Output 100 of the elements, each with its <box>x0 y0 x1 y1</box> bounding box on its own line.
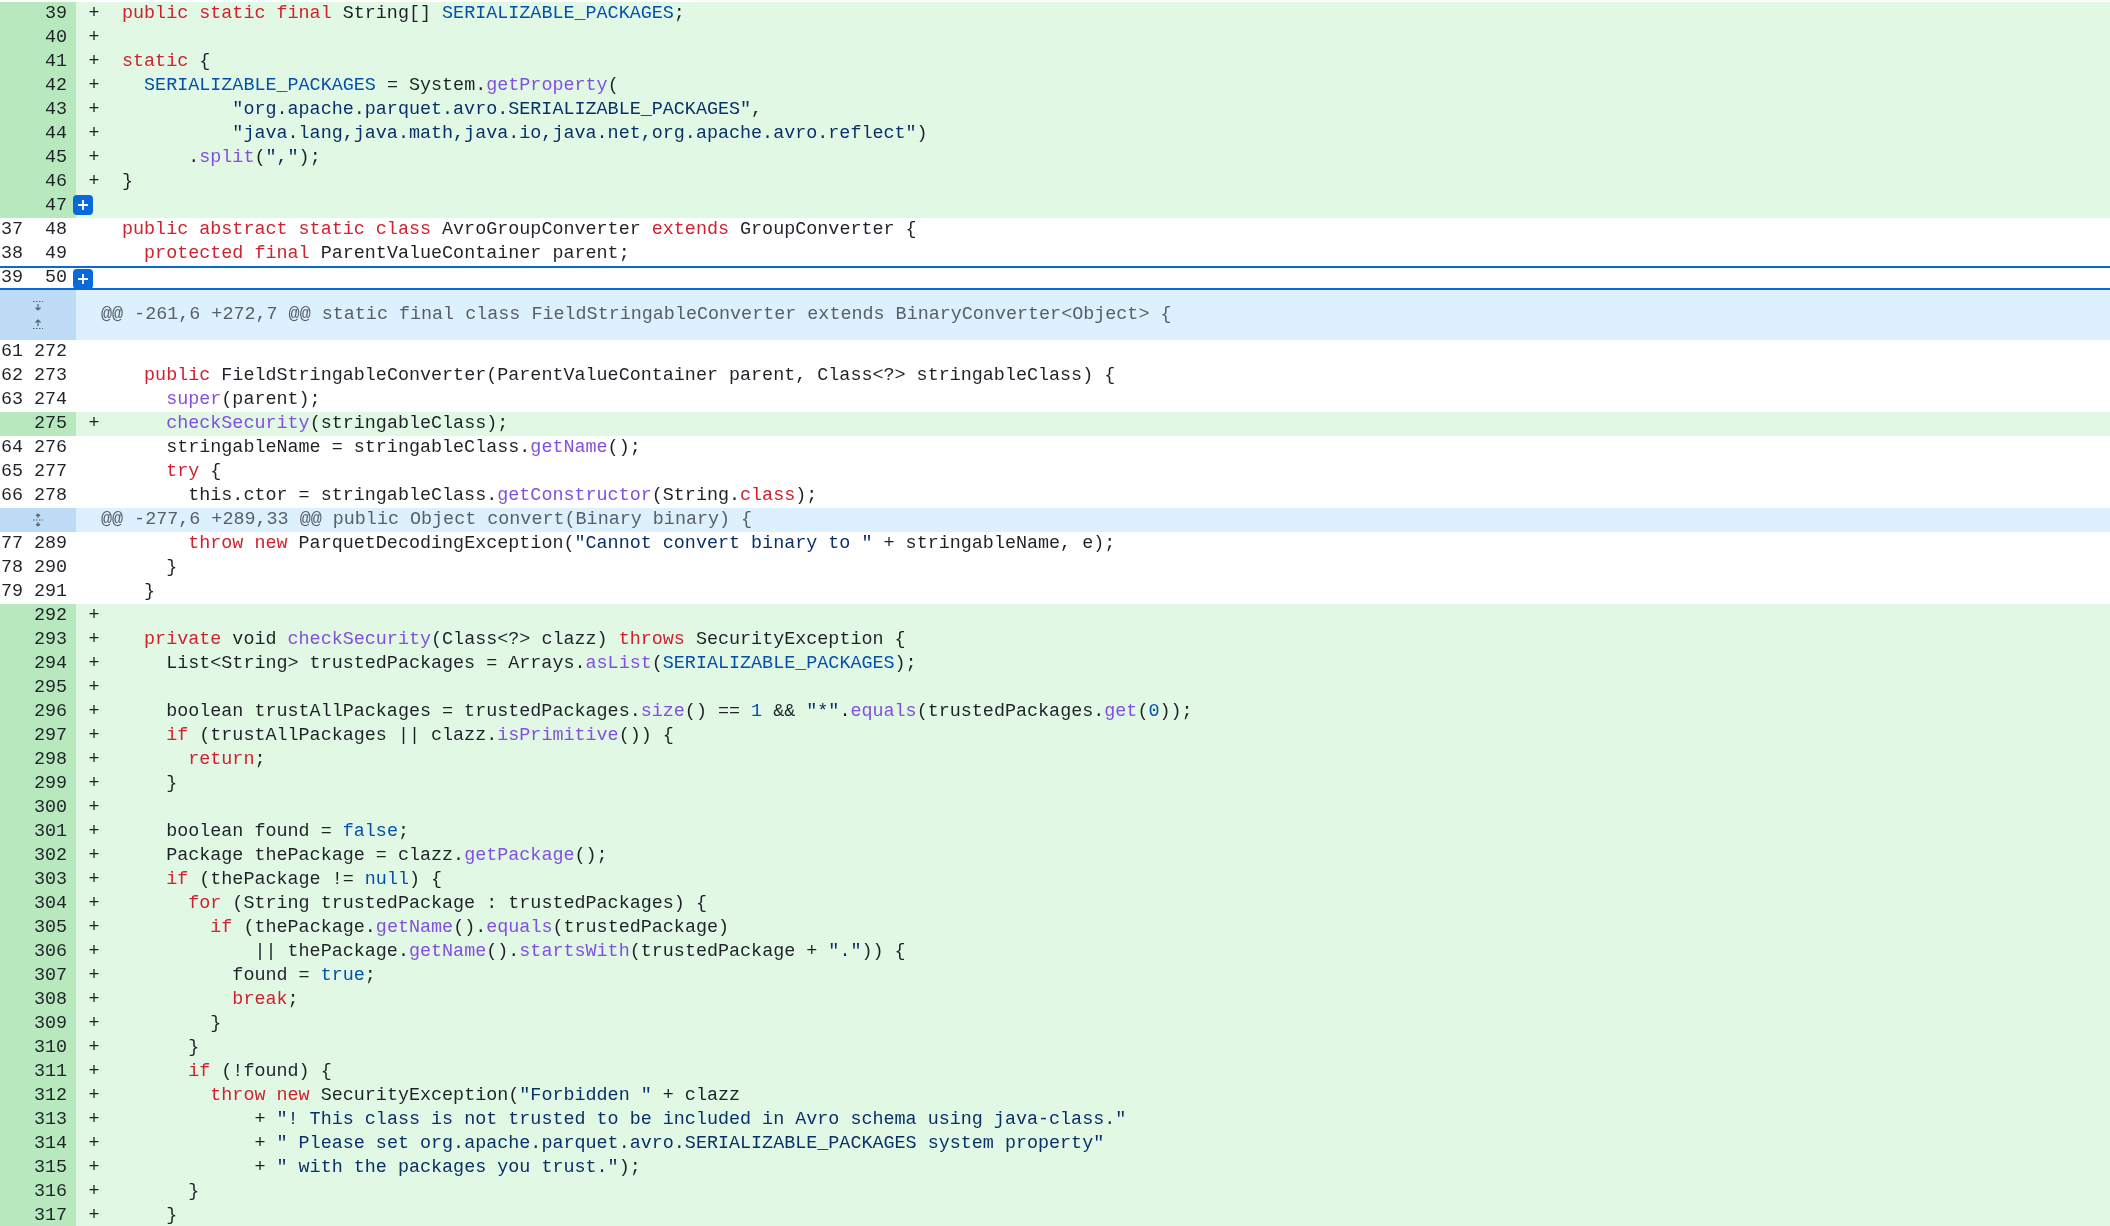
new-line-number: 307 <box>33 965 67 986</box>
code-line: } <box>209 1014 222 1034</box>
new-line-number: 296 <box>33 701 67 722</box>
diff-marker: + <box>88 894 100 914</box>
code-line: } <box>143 582 156 602</box>
new-line-number: 44 <box>44 123 67 144</box>
diff-marker: + <box>88 846 100 866</box>
old-line-number: 65 <box>0 461 23 482</box>
new-line-number: 43 <box>44 99 67 120</box>
expand-up-icon[interactable] <box>32 318 44 330</box>
new-line-number: 314 <box>33 1133 67 1154</box>
old-line-number: 63 <box>0 389 23 410</box>
new-line-number: 272 <box>33 341 67 362</box>
code-line: } <box>187 1182 200 1202</box>
code-line: Package thePackage = clazz.getPackage(); <box>165 846 608 866</box>
old-line-number: 38 <box>0 243 23 264</box>
code-line: if (thePackage.getName().equals(trustedPackage) <box>209 918 730 938</box>
diff-marker: + <box>88 1014 100 1034</box>
diff-marker: + <box>88 678 100 698</box>
new-line-number: 299 <box>33 773 67 794</box>
old-line-number: 78 <box>0 557 23 578</box>
code-line: break; <box>231 990 299 1010</box>
code-line: } <box>187 1038 200 1058</box>
new-line-number: 274 <box>33 389 67 410</box>
new-line-number: 42 <box>44 75 67 96</box>
diff-marker: + <box>88 606 100 626</box>
old-line-number: 37 <box>0 219 23 240</box>
code-line: public abstract static class AvroGroupConverter extends GroupConverter { <box>121 220 917 240</box>
code-line: public static final String[] SERIALIZABLE_PACKAGES; <box>121 4 685 24</box>
new-line-number: 312 <box>33 1085 67 1106</box>
diff-marker: + <box>88 870 100 890</box>
new-line-number: 276 <box>33 437 67 458</box>
new-line-number: 45 <box>44 147 67 168</box>
old-line-number: 64 <box>0 437 23 458</box>
new-line-number: 40 <box>44 27 67 48</box>
code-line: private void checkSecurity(Class<?> clazz) throws SecurityException { <box>143 630 906 650</box>
diff-marker: + <box>88 1110 100 1130</box>
new-line-number: 302 <box>33 845 67 866</box>
old-line-number: 61 <box>0 341 23 362</box>
code-line: this.ctor = stringableClass.getConstructor(String.class); <box>187 486 818 506</box>
hunk-header: @@ -277,6 +289,33 @@ public Object convert(Binary binary) { <box>76 508 2110 532</box>
add-comment-button[interactable] <box>73 269 93 289</box>
diff-marker: + <box>88 726 100 746</box>
new-line-number: 291 <box>33 581 67 602</box>
code-line: protected final ParentValueContainer parent; <box>143 244 630 264</box>
diff-marker: + <box>88 1038 100 1058</box>
new-line-number: 298 <box>33 749 67 770</box>
new-line-number: 292 <box>33 605 67 626</box>
diff-marker: + <box>88 702 100 722</box>
new-line-number: 303 <box>33 869 67 890</box>
new-line-number: 50 <box>44 267 67 288</box>
new-line-number: 39 <box>44 3 67 24</box>
add-comment-button[interactable] <box>73 195 93 215</box>
diff-marker: + <box>88 918 100 938</box>
code-line: + " with the packages you trust."); <box>253 1158 641 1178</box>
code-line: "java.lang,java.math,java.io,java.net,org.apache.avro.reflect") <box>231 124 928 144</box>
new-line-number: 290 <box>33 557 67 578</box>
new-line-number: 275 <box>33 413 67 434</box>
new-line-number: 305 <box>33 917 67 938</box>
new-line-number: 47 <box>44 195 67 216</box>
expand-icon[interactable] <box>32 513 44 527</box>
new-line-number: 317 <box>33 1205 67 1226</box>
old-line-number: 79 <box>0 581 23 602</box>
diff-marker: + <box>88 1134 100 1154</box>
diff-marker: + <box>88 1206 100 1226</box>
new-line-number: 294 <box>33 653 67 674</box>
code-line: static { <box>121 52 211 72</box>
new-line-number: 46 <box>44 171 67 192</box>
code-line: } <box>165 558 178 578</box>
diff-marker: + <box>88 942 100 962</box>
code-line: found = true; <box>231 966 376 986</box>
old-line-number: 62 <box>0 365 23 386</box>
new-line-number: 41 <box>44 51 67 72</box>
diff-marker: + <box>88 966 100 986</box>
diff-marker: + <box>88 148 100 168</box>
code-line: } <box>165 1206 178 1226</box>
diff-marker: + <box>88 1158 100 1178</box>
code-line: boolean found = false; <box>165 822 409 842</box>
diff-marker: + <box>88 1182 100 1202</box>
code-line: stringableName = stringableClass.getName(); <box>165 438 641 458</box>
code-line: if (thePackage != null) { <box>165 870 443 890</box>
code-line: return; <box>187 750 266 770</box>
old-line-number: 66 <box>0 485 23 506</box>
new-line-number: 310 <box>33 1037 67 1058</box>
code-line: boolean trustAllPackages = trustedPackages.size() == 1 && "*".equals(trustedPackages.get(0)); <box>165 702 1193 722</box>
old-line-number: 77 <box>0 533 23 554</box>
old-line-number: 39 <box>0 267 23 288</box>
code-line: try { <box>165 462 222 482</box>
expand-down-icon[interactable] <box>32 300 44 312</box>
code-line: public FieldStringableConverter(ParentValueContainer parent, Class<?> stringableClass) { <box>143 366 1116 386</box>
code-line: SERIALIZABLE_PACKAGES = System.getProperty( <box>143 76 619 96</box>
code-line: "org.apache.parquet.avro.SERIALIZABLE_PACKAGES", <box>231 100 763 120</box>
code-line: if (trustAllPackages || clazz.isPrimitive()) { <box>165 726 674 746</box>
code-line: throw new ParquetDecodingException("Cannot convert binary to " + stringableName, e); <box>187 534 1116 554</box>
new-line-number: 313 <box>33 1109 67 1130</box>
new-line-number: 277 <box>33 461 67 482</box>
code-line: List<String> trustedPackages = Arrays.asList(SERIALIZABLE_PACKAGES); <box>165 654 917 674</box>
new-line-number: 289 <box>33 533 67 554</box>
diff-marker: + <box>88 28 100 48</box>
new-line-number: 316 <box>33 1181 67 1202</box>
